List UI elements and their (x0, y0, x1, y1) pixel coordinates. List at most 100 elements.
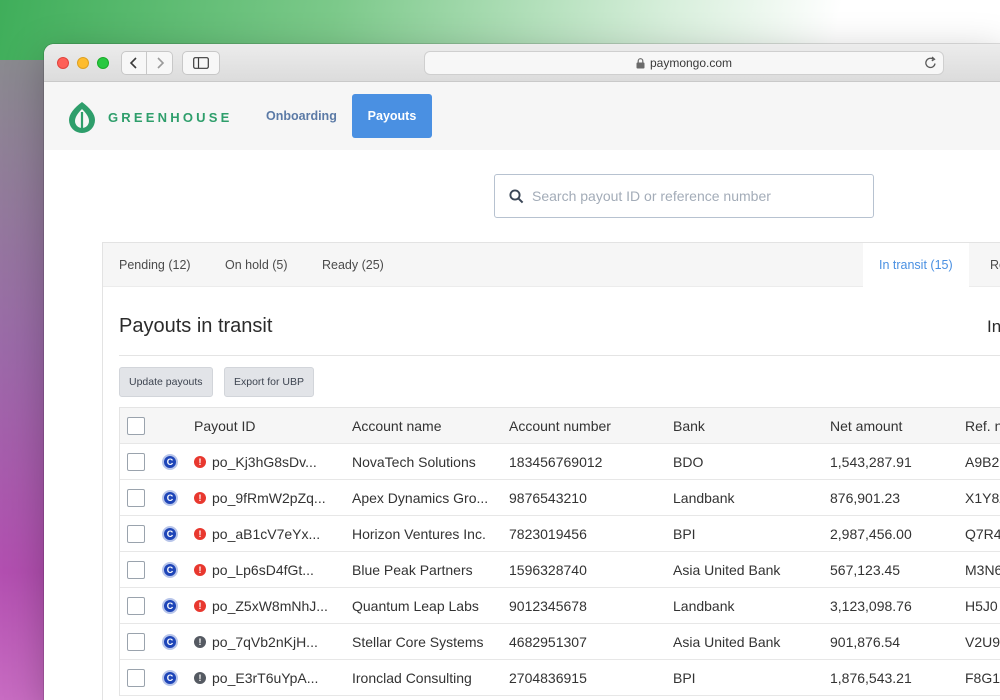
row-checkbox[interactable] (127, 633, 145, 651)
tab-ready[interactable]: Ready (25) (322, 243, 384, 287)
table-row[interactable]: C ! po_E3rT6uYpA... Ironclad Consulting 2704… (120, 660, 1000, 696)
close-window-button[interactable] (57, 57, 69, 69)
account-number: 1596328740 (509, 562, 587, 578)
coin-icon: C (162, 634, 178, 650)
back-button[interactable] (121, 51, 147, 75)
bank-name: Landbank (673, 598, 735, 614)
error-alert-icon: ! (194, 600, 206, 612)
payout-id[interactable]: po_9fRmW2pZq... (212, 490, 326, 506)
coin-cell: C (162, 516, 178, 552)
ref-number: H5J0 (965, 598, 998, 614)
net-amount: 3,123,098.76 (830, 598, 912, 614)
row-checkbox-cell (127, 480, 145, 516)
search-icon (509, 188, 524, 203)
table-header-row: Payout ID Account name Account number Ba… (120, 408, 1000, 444)
section-divider (119, 355, 1000, 356)
tab-on-hold[interactable]: On hold (5) (225, 243, 288, 287)
account-name: Horizon Ventures Inc. (352, 526, 486, 542)
chevron-right-icon (156, 57, 164, 69)
chevron-left-icon (129, 57, 137, 69)
bank-name: BPI (673, 526, 696, 542)
payout-id-cell: ! po_E3rT6uYpA... (194, 660, 318, 696)
header-checkbox-cell (127, 408, 145, 444)
col-payout-id[interactable]: Payout ID (194, 408, 255, 444)
row-checkbox[interactable] (127, 489, 145, 507)
row-checkbox[interactable] (127, 597, 145, 615)
row-checkbox-cell (127, 588, 145, 624)
payout-id-cell: ! po_9fRmW2pZq... (194, 480, 326, 516)
bank-name: Landbank (673, 490, 735, 506)
table-row[interactable]: C ! po_Lp6sD4fGt... Blue Peak Partners 15963… (120, 552, 1000, 588)
minimize-window-button[interactable] (77, 57, 89, 69)
reload-icon[interactable] (924, 56, 937, 70)
coin-icon: C (162, 670, 178, 686)
coin-icon: C (162, 526, 178, 542)
export-ubp-button[interactable]: Export for UBP (224, 367, 315, 397)
bank-name: BPI (673, 670, 696, 686)
payout-id-cell: ! po_aB1cV7eYx... (194, 516, 320, 552)
coin-cell: C (162, 660, 178, 696)
col-ref-number[interactable]: Ref. n (965, 408, 1000, 444)
col-net-amount[interactable]: Net amount (830, 408, 902, 444)
update-payouts-button[interactable]: Update payouts (119, 367, 213, 397)
bank-name: Asia United Bank (673, 634, 781, 650)
row-checkbox[interactable] (127, 453, 145, 471)
tab-pending[interactable]: Pending (12) (119, 243, 191, 287)
col-account-name[interactable]: Account name (352, 408, 442, 444)
payout-id-cell: ! po_Lp6sD4fGt... (194, 552, 314, 588)
payout-id-cell: ! po_Kj3hG8sDv... (194, 444, 317, 480)
coin-icon: C (162, 562, 178, 578)
maximize-window-button[interactable] (97, 57, 109, 69)
table-row[interactable]: C ! po_aB1cV7eYx... Horizon Ventures Inc. 78… (120, 516, 1000, 552)
account-number: 4682951307 (509, 634, 587, 650)
account-name: Blue Peak Partners (352, 562, 473, 578)
brand-name: GREENHOUSE (108, 109, 233, 125)
payout-id-cell: ! po_Z5xW8mNhJ... (194, 588, 328, 624)
tab-next[interactable]: Re (990, 243, 1000, 287)
payout-id[interactable]: po_7qVb2nKjH... (212, 634, 318, 650)
row-checkbox-cell (127, 444, 145, 480)
row-checkbox[interactable] (127, 669, 145, 687)
payout-id[interactable]: po_Kj3hG8sDv... (212, 454, 317, 470)
row-checkbox[interactable] (127, 561, 145, 579)
payout-id[interactable]: po_E3rT6uYpA... (212, 670, 318, 686)
table-row[interactable]: C ! po_Kj3hG8sDv... NovaTech Solutions 18345… (120, 444, 1000, 480)
status-tabs: Pending (12) On hold (5) Ready (25) In t… (103, 243, 1000, 287)
payout-id[interactable]: po_aB1cV7eYx... (212, 526, 320, 542)
col-bank[interactable]: Bank (673, 408, 705, 444)
table-row[interactable]: C! po_9fRmW2pZq... Apex Dynamics Gro... 987… (120, 480, 1000, 516)
ref-number: F8G1 (965, 670, 1000, 686)
select-all-checkbox[interactable] (127, 417, 145, 435)
forward-button[interactable] (147, 51, 173, 75)
table-row[interactable]: C! po_7qVb2nKjH... Stellar Core Systems 468… (120, 624, 1000, 660)
page-title: Payouts in transit (119, 315, 273, 337)
coin-cell: C (162, 480, 178, 516)
account-number: 183456769012 (509, 454, 603, 470)
payout-id[interactable]: po_Z5xW8mNhJ... (212, 598, 328, 614)
nav-onboarding[interactable]: Onboarding (258, 94, 345, 138)
coin-cell: C (162, 624, 178, 660)
row-checkbox-cell (127, 624, 145, 660)
col-account-number[interactable]: Account number (509, 408, 611, 444)
bank-name: Asia United Bank (673, 562, 781, 578)
search-input[interactable] (532, 188, 852, 204)
account-name: Ironclad Consulting (352, 670, 472, 686)
coin-cell: C (162, 444, 178, 480)
lock-icon (636, 57, 645, 69)
net-amount: 901,876.54 (830, 634, 901, 650)
nav-payouts[interactable]: Payouts (352, 94, 432, 138)
url-text: paymongo.com (649, 56, 733, 70)
address-bar[interactable]: paymongo.com (424, 51, 944, 75)
account-name: NovaTech Solutions (352, 454, 476, 470)
table-row[interactable]: C! po_Z5xW8mNhJ... Quantum Leap Labs 901234… (120, 588, 1000, 624)
account-number: 2704836915 (509, 670, 587, 686)
payout-id[interactable]: po_Lp6sD4fGt... (212, 562, 314, 578)
row-checkbox[interactable] (127, 525, 145, 543)
section-right-label: In (987, 317, 1000, 336)
account-number: 7823019456 (509, 526, 587, 542)
payouts-table: Payout ID Account name Account number Ba… (119, 407, 1000, 696)
brand-logo[interactable]: GREENHOUSE (66, 100, 232, 134)
net-amount: 1,876,543.21 (830, 670, 912, 686)
sidebar-toggle-button[interactable] (182, 51, 220, 75)
tab-in-transit[interactable]: In transit (15) (863, 243, 969, 287)
